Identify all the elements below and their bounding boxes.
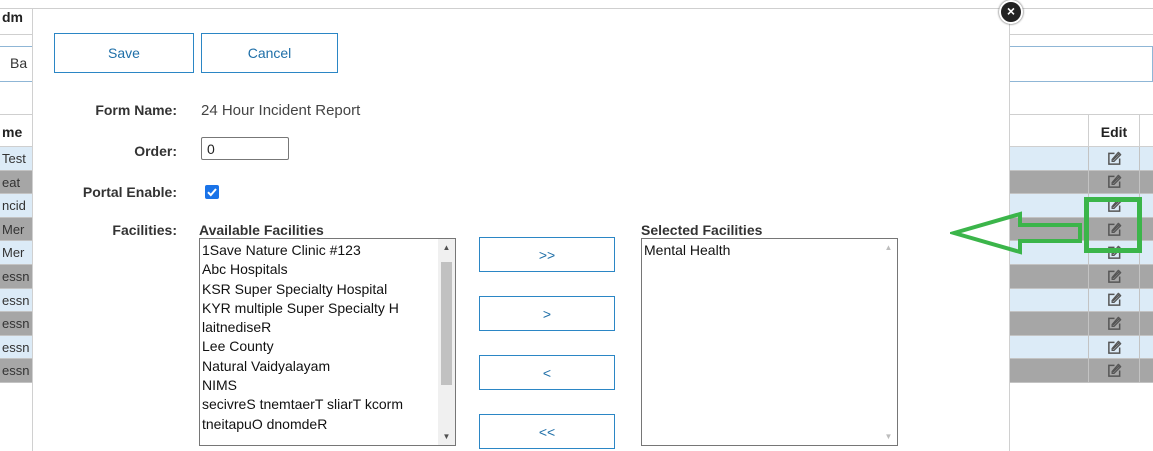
list-item[interactable]: Lee County [202,337,438,356]
form-name-value: 24 Hour Incident Report [201,102,361,119]
selected-facilities-list[interactable]: Mental Health ▲ ▼ [641,238,898,446]
list-item[interactable]: Mental Health [644,241,880,260]
highlight-box [1084,197,1142,253]
left-arrow-icon [950,211,1082,255]
remove-selected-button[interactable]: < [479,355,615,390]
facilities-label: Facilities: [112,222,177,238]
edit-icon[interactable] [1107,316,1122,331]
row-name: essn [2,316,30,332]
edit-icon[interactable] [1107,339,1122,355]
name-column-header: me [2,124,23,140]
row-edit-cell[interactable] [1088,147,1140,170]
portal-enable-checkbox[interactable] [205,185,219,199]
edit-icon[interactable] [1107,174,1122,189]
available-list-scrollbar[interactable]: ▲ ▼ [438,239,455,445]
scroll-up-arrow-icon[interactable]: ▲ [880,239,897,256]
row-name: essn [2,339,30,355]
tab-back[interactable]: Ba [10,55,27,71]
row-name: ncid [2,198,26,214]
available-facilities-items: 1Save Nature Clinic #123 Abc Hospitals KSR… [202,241,438,434]
row-name: essn [2,363,30,379]
row-edit-cell[interactable] [1088,170,1140,194]
edit-icon[interactable] [1107,292,1122,307]
row-edit-cell[interactable] [1088,359,1140,382]
portal-enable-label: Portal Enable: [82,184,177,200]
selected-facilities-items: Mental Health [644,241,880,260]
scroll-down-arrow-icon[interactable]: ▼ [880,428,897,445]
row-edit-cell[interactable] [1088,335,1140,359]
row-name: eat [2,174,21,190]
scroll-up-arrow-icon[interactable]: ▲ [438,239,455,256]
available-facilities-title: Available Facilities [199,222,324,238]
row-name: essn [2,268,30,284]
list-item[interactable]: Abc Hospitals [202,260,438,279]
close-icon[interactable]: × [999,0,1023,24]
list-item[interactable]: laitnediseR [202,318,438,337]
scroll-down-arrow-icon[interactable]: ▼ [438,428,455,445]
list-item[interactable]: Natural Vaidyalayam [202,357,438,376]
add-selected-button[interactable]: > [479,296,615,331]
checkmark-icon [207,188,217,197]
order-input[interactable] [201,137,289,160]
order-label: Order: [134,143,177,159]
edit-icon[interactable] [1107,151,1122,166]
list-item[interactable]: 1Save Nature Clinic #123 [202,241,438,260]
list-item[interactable]: secivreS tnemtaerT sliarT kcorm [202,395,438,414]
selected-facilities-title: Selected Facilities [641,222,763,238]
edit-column-header: Edit [1088,115,1140,148]
save-button[interactable]: Save [54,33,194,73]
row-name: essn [2,292,30,308]
row-name: Mer [2,221,25,237]
row-name: Test [2,151,26,166]
row-edit-cell[interactable] [1088,288,1140,312]
form-name-label: Form Name: [95,102,177,118]
add-all-button[interactable]: >> [479,237,615,272]
edit-icon[interactable] [1107,363,1122,378]
available-facilities-list[interactable]: 1Save Nature Clinic #123 Abc Hospitals KSR… [199,238,456,446]
list-item[interactable]: tneitapuO dnomdeR [202,415,438,434]
edit-form-modal: Save Cancel Form Name: 24 Hour Incident … [32,9,1010,451]
remove-all-button[interactable]: << [479,414,615,449]
page-title: dm [2,9,23,25]
row-name: Mer [2,245,25,261]
list-item[interactable]: KYR multiple Super Specialty H [202,299,438,318]
row-edit-cell[interactable] [1088,264,1140,288]
list-item[interactable]: KSR Super Specialty Hospital [202,280,438,299]
edit-icon[interactable] [1107,269,1122,284]
list-item[interactable]: NIMS [202,376,438,395]
scroll-thumb[interactable] [441,262,452,385]
row-edit-cell[interactable] [1088,312,1140,335]
cancel-button[interactable]: Cancel [201,33,338,73]
selected-list-scrollbar[interactable]: ▲ ▼ [880,239,897,445]
